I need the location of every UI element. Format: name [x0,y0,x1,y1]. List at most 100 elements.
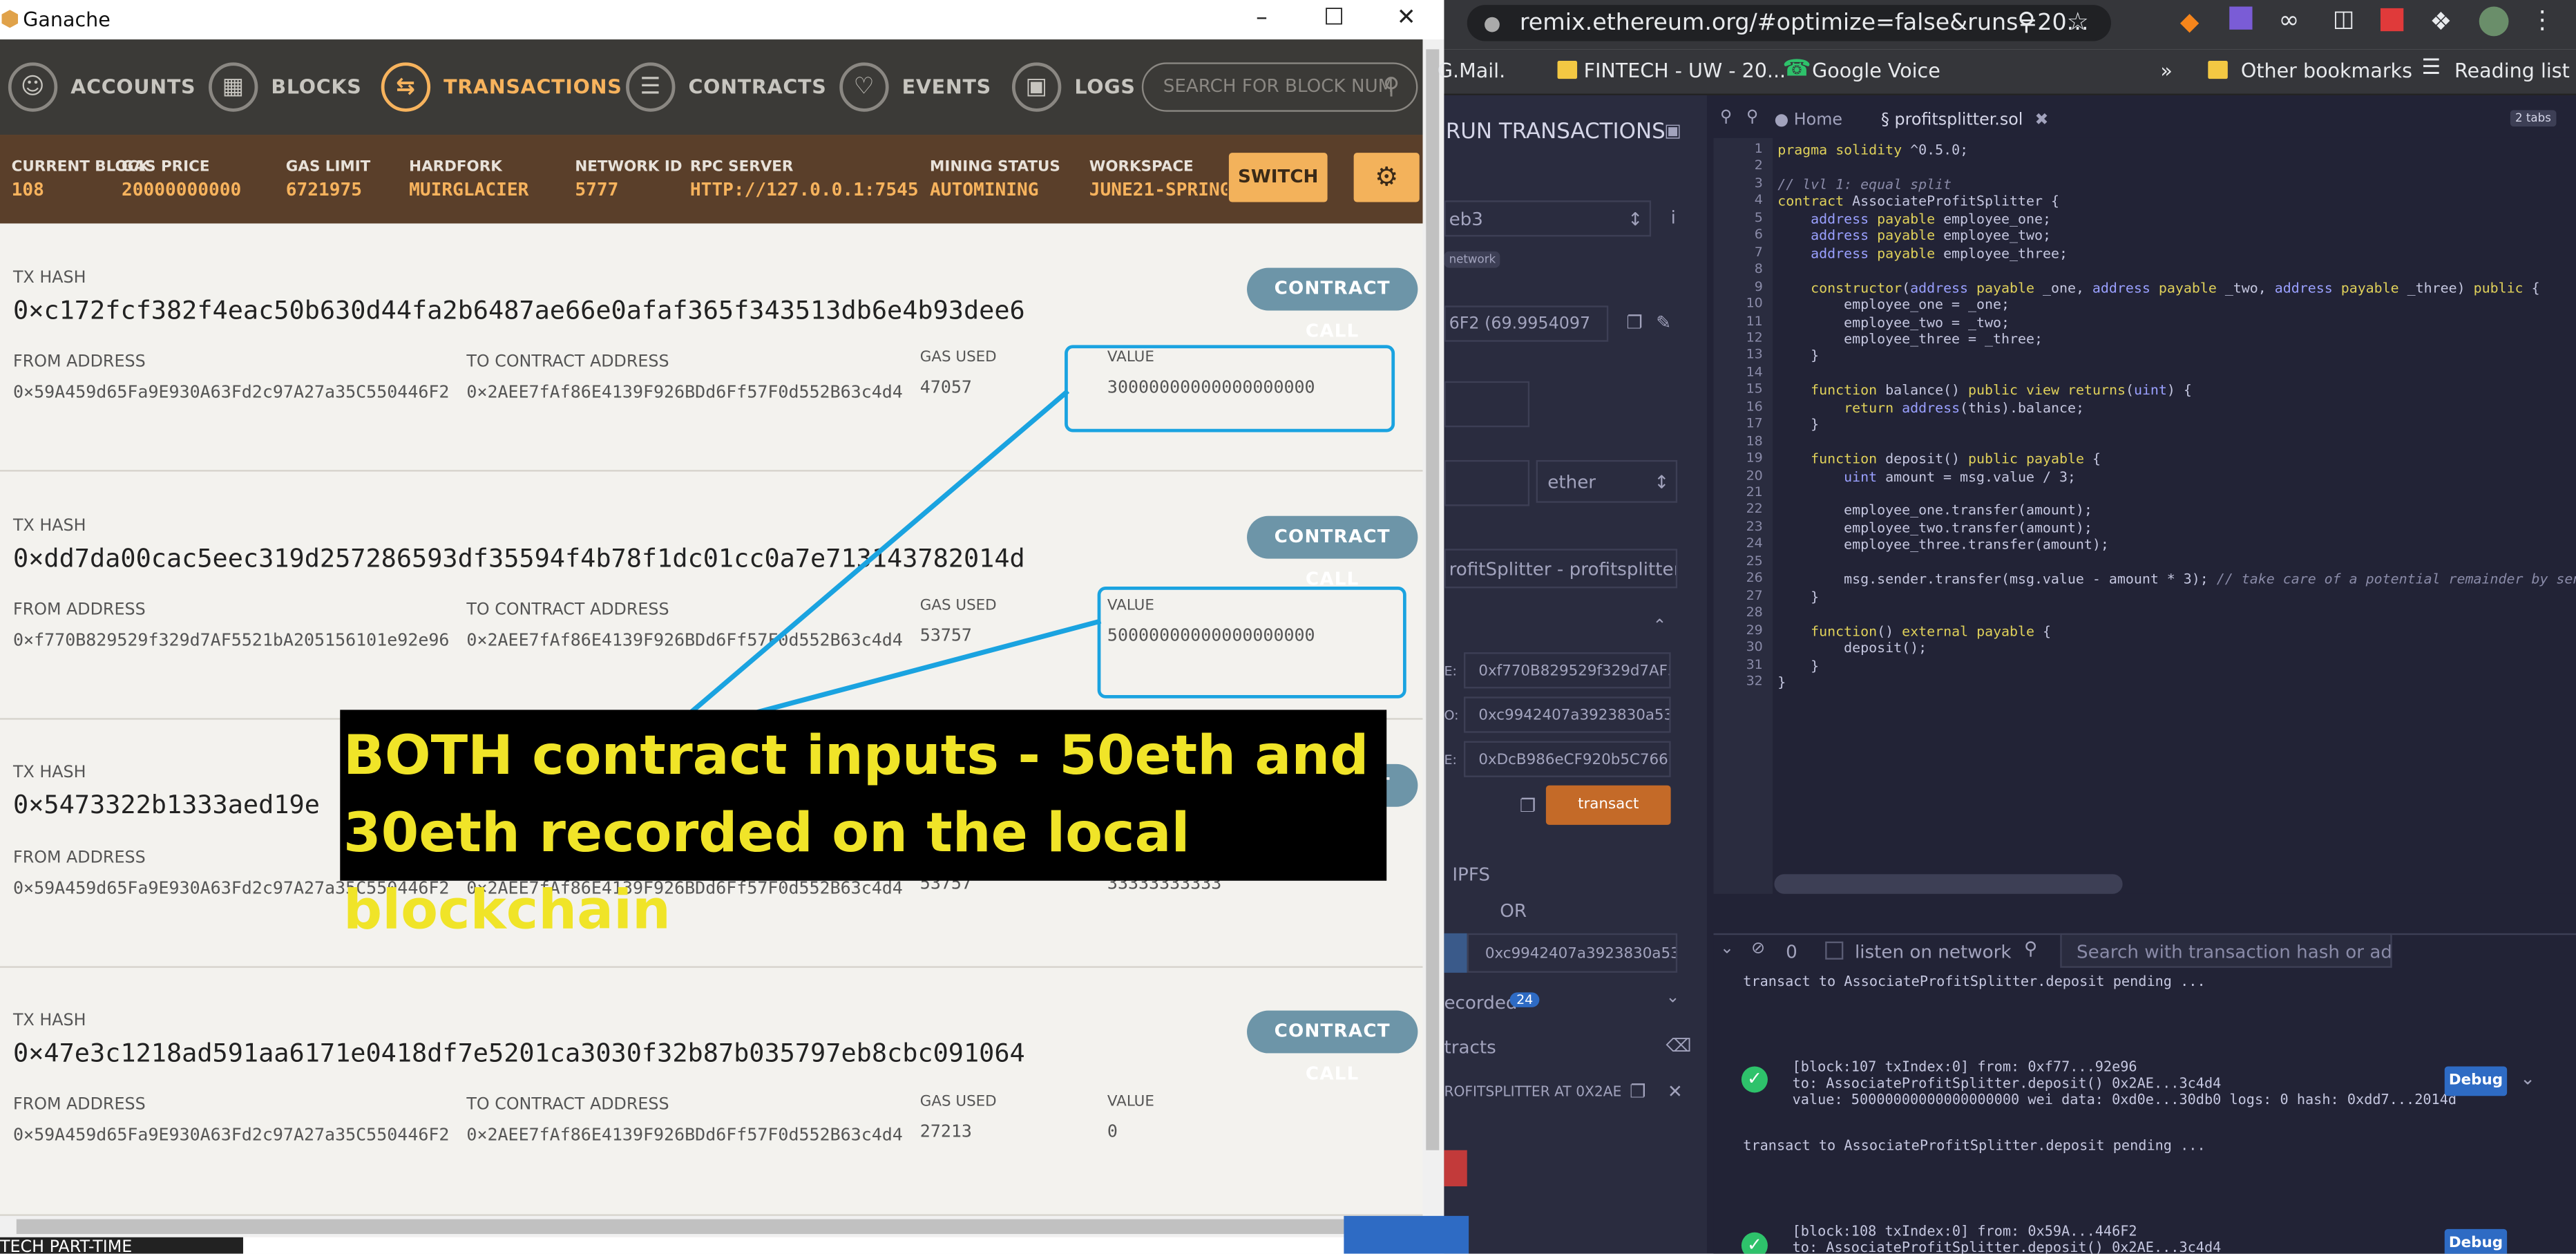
code-line: function deposit() public payable { [1811,450,2101,467]
chevron-down-icon[interactable]: ⌄ [1720,940,1734,958]
tab-label: Home [1793,111,1843,130]
extension-icon[interactable] [2381,8,2404,32]
trash-icon[interactable]: ⌫ [1666,1035,1691,1056]
line-number: 11 [1746,313,1763,328]
extension-icon[interactable]: ◫ [2333,7,2354,33]
code-line: } [1777,656,1820,673]
line-number: 3 [1754,175,1763,191]
code-line: return address(this).balance; [1844,399,2084,416]
code-line: } [1777,347,1820,364]
success-check-icon: ✓ [1741,1232,1768,1254]
select-value: eb3 [1449,209,1483,230]
at-address-input[interactable]: 0xc9942407a3923830a53cC0a [1467,933,1678,973]
caption-line: 30eth recorded on the local blockchain [343,800,1190,942]
code-line: } [1777,416,1820,433]
param-three-input[interactable]: 0xDcB986eCF920b5C766F26 [1463,741,1671,777]
line-number: 22 [1746,502,1763,517]
code-line: } [1777,673,1786,690]
account-select[interactable]: 6F2 (69.9954097 [1444,305,1609,342]
bookmark-google-voice[interactable]: Google Voice [1812,59,1940,82]
chevron-down-icon[interactable]: ⌄ [1666,989,1679,1007]
extension-icon[interactable]: ∞ [2279,5,2300,35]
code-line: employee_two.transfer(amount); [1777,519,2092,536]
environment-select[interactable]: eb3 ↕ [1444,200,1652,237]
file-tab[interactable]: § profitsplitter.sol ✖ [1881,112,2048,130]
copy-icon[interactable]: ❐ [1630,1081,1645,1103]
info-icon[interactable]: i [1671,207,1676,229]
chevron-up-icon[interactable]: ⌃ [1652,618,1666,636]
debug-button[interactable]: Debug [2444,1066,2508,1096]
bookmarks-overflow[interactable]: » [2160,59,2172,82]
or-label: OR [1500,900,1527,922]
copy-icon[interactable]: ❐ [1626,312,1642,334]
home-tab[interactable]: ● Home [1774,112,1842,130]
param-two-input[interactable]: 0xc9942407a3923830a53cC0 [1463,696,1671,733]
docs-icon[interactable]: ▣ [1664,120,1681,142]
line-number: 28 [1746,605,1763,620]
code-line: employee_three.transfer(amount); [1777,536,2109,553]
param-label: E: [1444,752,1457,768]
unit-select[interactable]: ether ↕ [1536,459,1678,503]
bookmark-gmail[interactable]: G.Mail. [1438,59,1505,82]
listen-label: listen on network [1854,941,2012,963]
function-button[interactable] [1444,1150,1467,1187]
line-number: 27 [1746,587,1763,603]
avatar[interactable] [2479,6,2509,37]
copy-icon[interactable]: ❐ [1520,795,1536,817]
line-number: 26 [1746,570,1763,586]
code-line: function balance() public view returns(u… [1811,381,2192,399]
line-number: 6 [1754,227,1763,243]
code-line: // lvl 1: equal split [1777,175,1952,192]
tab-label: profitsplitter.sol [1894,111,2023,130]
contract-select[interactable]: rofitSplitter - profitsplitter.s [1444,549,1678,589]
deployed-contracts-label: tracts [1444,1036,1496,1058]
success-check-icon: ✓ [1741,1066,1768,1093]
line-number: 15 [1746,381,1763,397]
debug-button[interactable]: Debug [2444,1228,2508,1254]
terminal-log-line[interactable]: [block:108 txIndex:0] from: 0x59A...446F… [1793,1224,2137,1241]
bookmark-reading-list[interactable]: Reading list [2454,59,2570,82]
transact-button[interactable]: transact [1545,785,1671,825]
annotation-line [747,618,1102,717]
editor-horizontal-scrollbar[interactable] [1774,874,2123,894]
line-number: 14 [1746,364,1763,379]
search-icon: ⚲ [2023,938,2038,960]
value-input[interactable] [1444,459,1530,506]
code-line: } [1777,587,1820,605]
line-number: 16 [1746,399,1763,414]
network-badge: network [1444,251,1501,268]
param-one-input[interactable]: 0xf770B829529f329d7AF5521 [1463,652,1671,689]
metamask-icon[interactable]: ◆ [2180,7,2199,37]
recorded-label: ecorded [1444,992,1518,1014]
phone-icon: ☎ [1782,55,1811,82]
clear-icon[interactable]: ⊘ [1751,940,1765,958]
terminal-log-line: transact to AssociateProfitSplitter.depo… [1743,1139,2206,1155]
code-line: employee_two = _two; [1777,313,2010,330]
extension-icon[interactable] [2229,6,2253,30]
edit-icon[interactable]: ✎ [1656,312,1671,334]
terminal-log-line: to: AssociateProfitSplitter.deposit() 0x… [1792,1076,2222,1093]
terminal-log-line[interactable]: [block:107 txIndex:0] from: 0xf77...92e9… [1793,1060,2137,1076]
bookmark-other[interactable]: Other bookmarks [2241,59,2412,82]
bookmark-fintech[interactable]: FINTECH - UW - 20... [1584,59,1786,82]
puzzle-icon[interactable]: ❖ [2430,7,2452,37]
star-icon[interactable]: ☆ [2067,7,2089,37]
gas-limit-input[interactable] [1444,381,1530,428]
reading-list-icon: ☰ [2421,55,2441,81]
close-icon[interactable]: ✖ [2035,112,2049,130]
deployed-contract-label[interactable]: ROFITSPLITTER AT 0X2AE [1444,1085,1621,1101]
ipfs-label: IPFS [1452,864,1491,886]
zoom-icon[interactable]: ⚲ [2017,7,2035,37]
terminal-search-input[interactable]: Search with transaction hash or address [2060,933,2392,968]
select-value: rofitSplitter - profitsplitter.s [1449,558,1678,580]
address-bar[interactable]: ● remix.ethereum.org/#optimize=false&run… [1467,5,2111,41]
zoom-out-icon[interactable]: ⚲ [1720,108,1732,126]
menu-icon[interactable]: ⋮ [2530,5,2555,35]
at-address-button[interactable] [1444,933,1467,973]
chevron-down-icon[interactable]: ⌄ [2520,1068,2535,1090]
zoom-in-icon[interactable]: ⚲ [1746,108,1758,126]
listen-checkbox[interactable] [1825,941,1844,960]
code-line: address payable employee_two; [1811,227,2051,244]
close-icon[interactable]: ✕ [1668,1081,1683,1103]
tabs-count-dropdown[interactable]: 2 tabs [2510,110,2557,127]
